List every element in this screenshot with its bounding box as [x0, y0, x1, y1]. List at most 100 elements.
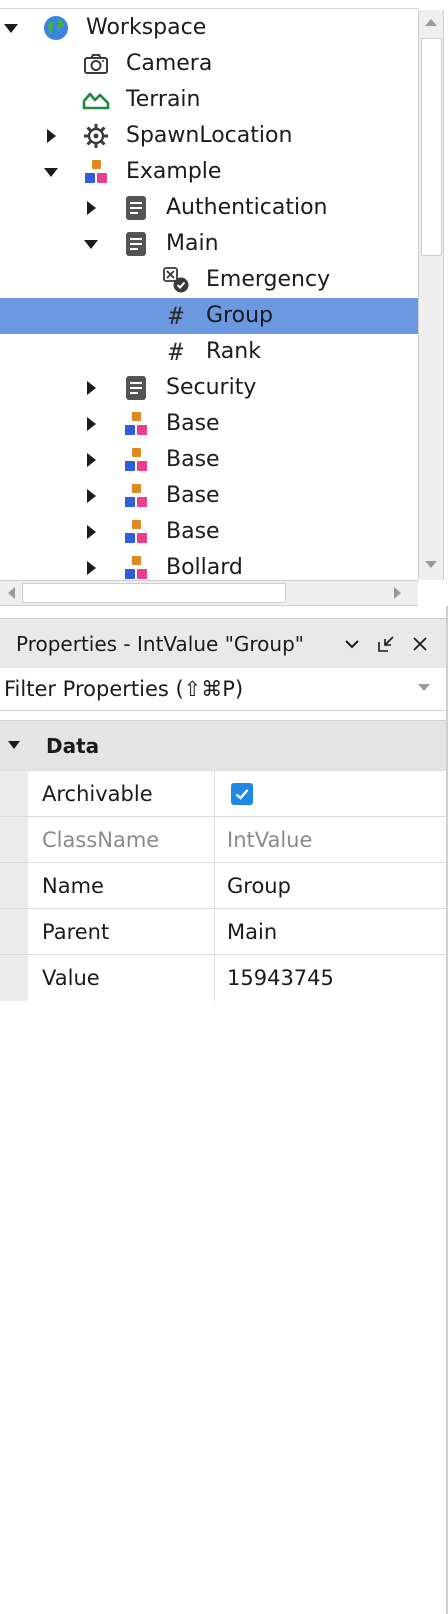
scroll-corner	[418, 580, 448, 606]
tree-item[interactable]: SpawnLocation	[0, 118, 418, 154]
tree-item[interactable]: Authentication	[0, 190, 418, 226]
tree-item[interactable]: Base	[0, 478, 418, 514]
expand-arrow-right-icon[interactable]	[43, 118, 59, 154]
property-value[interactable]: Group	[227, 863, 291, 909]
tree-item[interactable]: Emergency	[0, 262, 418, 298]
property-value[interactable]: 15943745	[227, 955, 334, 1001]
tree-item-label: Rank	[206, 339, 261, 364]
undock-icon[interactable]	[374, 632, 398, 656]
chevron-down-icon[interactable]	[340, 632, 364, 656]
expand-arrow-right-icon[interactable]	[83, 406, 99, 442]
tree-item-label: Base	[166, 519, 220, 544]
vertical-scrollbar[interactable]	[418, 10, 444, 580]
tree-item[interactable]: Security	[0, 370, 418, 406]
group-header-data[interactable]: Data	[0, 720, 446, 771]
properties-header: Properties - IntValue "Group"	[0, 618, 446, 670]
explorer-tree: Workspace Camera Terrain SpawnLocation Examp…	[0, 10, 418, 580]
horizontal-scrollbar[interactable]	[0, 580, 418, 606]
tree-item-label: Authentication	[166, 195, 328, 220]
tree-item[interactable]: # Rank	[0, 334, 418, 370]
model-icon	[122, 482, 150, 510]
tree-item-label: Workspace	[86, 15, 207, 40]
tree-item-label: Group	[206, 303, 273, 328]
expand-arrow-right-icon[interactable]	[83, 478, 99, 514]
tree-item[interactable]: Camera	[0, 46, 418, 82]
property-divider	[214, 955, 215, 1001]
spawn-location-icon	[82, 122, 110, 150]
tree-item-label: SpawnLocation	[126, 123, 293, 148]
expand-arrow-down-icon[interactable]	[83, 226, 99, 262]
expand-arrow-right-icon[interactable]	[83, 190, 99, 226]
tree-item-label: Bollard	[166, 555, 243, 580]
property-divider	[214, 817, 215, 863]
script-icon	[122, 374, 150, 402]
expand-arrow-down-icon[interactable]	[3, 10, 19, 46]
close-icon[interactable]	[408, 632, 432, 656]
int-value-icon: #	[168, 302, 184, 330]
property-name: ClassName	[42, 828, 160, 852]
model-icon	[122, 518, 150, 546]
filter-properties-input[interactable]: Filter Properties (⇧⌘P)	[0, 668, 446, 711]
script-icon	[122, 230, 150, 258]
scroll-up-icon[interactable]	[419, 10, 443, 34]
camera-icon	[82, 50, 110, 78]
tree-item-label: Example	[126, 159, 222, 184]
expand-arrow-right-icon[interactable]	[83, 514, 99, 550]
tree-item[interactable]: Base	[0, 442, 418, 478]
tree-item-label: Base	[166, 483, 220, 508]
group-title: Data	[46, 734, 100, 758]
model-icon	[122, 554, 150, 580]
tree-item[interactable]: Main	[0, 226, 418, 262]
tree-item-label: Base	[166, 411, 220, 436]
archivable-checkbox[interactable]	[231, 783, 253, 805]
vertical-scroll-thumb[interactable]	[421, 38, 442, 256]
horizontal-scroll-thumb[interactable]	[22, 583, 286, 603]
scroll-down-icon[interactable]	[419, 552, 443, 576]
model-icon	[122, 410, 150, 438]
property-row-value: Value 15943745	[0, 954, 446, 1001]
tree-item[interactable]: Base	[0, 514, 418, 550]
script-icon	[122, 194, 150, 222]
scroll-left-icon[interactable]	[0, 581, 22, 605]
tree-item[interactable]: Terrain	[0, 82, 418, 118]
explorer-panel: Workspace Camera Terrain SpawnLocation Examp…	[0, 0, 448, 606]
property-row-classname: ClassName IntValue	[0, 816, 446, 863]
property-name: Name	[42, 874, 104, 898]
properties-title: Properties - IntValue "Group"	[16, 632, 304, 656]
property-name: Value	[42, 966, 100, 990]
expand-arrow-right-icon[interactable]	[83, 442, 99, 478]
tree-item-label: Camera	[126, 51, 213, 76]
expand-arrow-right-icon[interactable]	[83, 370, 99, 406]
property-divider	[214, 771, 215, 817]
tree-item[interactable]: Base	[0, 406, 418, 442]
property-name: Archivable	[42, 782, 153, 806]
tree-item[interactable]: Bollard	[0, 550, 418, 580]
property-name: Parent	[42, 920, 110, 944]
expand-arrow-down-icon[interactable]	[43, 154, 59, 190]
property-divider	[214, 863, 215, 909]
bool-value-icon	[162, 266, 190, 294]
property-value[interactable]: Main	[227, 909, 277, 955]
filter-dropdown-icon[interactable]	[418, 684, 430, 691]
property-value: IntValue	[227, 828, 313, 852]
property-gutter	[0, 771, 28, 817]
scroll-right-icon[interactable]	[386, 581, 408, 605]
property-divider	[214, 909, 215, 955]
property-gutter	[0, 817, 28, 863]
tree-item[interactable]: Example	[0, 154, 418, 190]
tree-item[interactable]: Workspace	[0, 10, 418, 46]
int-value-icon: #	[168, 338, 184, 366]
tree-item-label: Main	[166, 231, 219, 256]
tree-item[interactable]: # Group	[0, 298, 418, 334]
property-gutter	[0, 863, 28, 909]
tree-top-border	[0, 8, 418, 9]
tree-item-label: Terrain	[126, 87, 201, 112]
terrain-icon	[82, 86, 110, 114]
tree-item-label: Security	[166, 375, 257, 400]
filter-properties-placeholder: Filter Properties (⇧⌘P)	[4, 677, 244, 701]
property-row-name: Name Group	[0, 862, 446, 909]
globe-icon	[42, 14, 70, 42]
model-icon	[82, 158, 110, 186]
collapse-icon[interactable]	[8, 741, 20, 749]
expand-arrow-right-icon[interactable]	[83, 550, 99, 580]
